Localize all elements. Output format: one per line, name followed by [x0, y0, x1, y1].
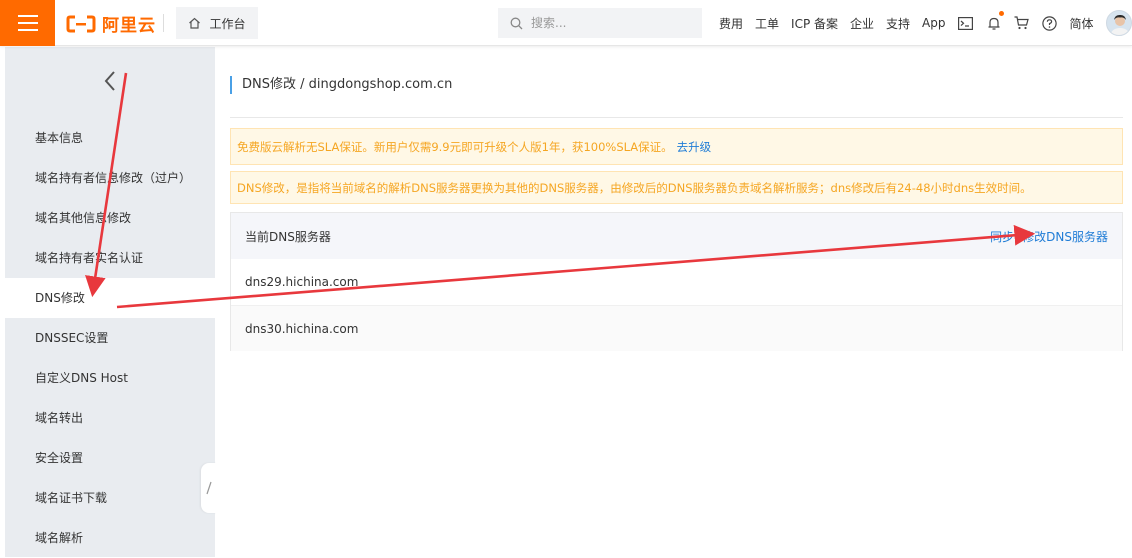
nav-item-support[interactable]: 支持	[886, 15, 910, 32]
sidebar-menu: 基本信息 域名持有者信息修改（过户） 域名其他信息修改 域名持有者实名认证 DN…	[5, 118, 215, 558]
chevron-left-icon	[104, 70, 115, 91]
nav-item-icp[interactable]: ICP 备案	[791, 15, 838, 32]
collapse-sidebar-button[interactable]	[5, 47, 215, 114]
top-navigation-bar: 阿里云 工作台 费用 工单 ICP 备案 企业 支持 App 简体	[0, 0, 1132, 46]
search-input[interactable]	[531, 16, 691, 30]
sidebar-item-security[interactable]: 安全设置	[5, 438, 215, 478]
dns-server-value: dns30.hichina.com	[245, 321, 359, 336]
sidebar-item-real-name[interactable]: 域名持有者实名认证	[5, 238, 215, 278]
search-box[interactable]	[498, 8, 702, 38]
language-switch[interactable]: 简体	[1070, 15, 1094, 32]
dns-info-notice-text: DNS修改，是指将当前域名的解析DNS服务器更换为其他的DNS服务器，由修改后的…	[237, 180, 1032, 195]
sidebar-drag-handle[interactable]	[201, 463, 217, 513]
modify-dns-server-link[interactable]: 修改DNS服务器	[1022, 228, 1108, 245]
dns-server-row: dns30.hichina.com	[231, 305, 1122, 351]
sla-notice-text: 免费版云解析无SLA保证。新用户仅需9.9元即可升级个人版1年，获100%SLA…	[237, 139, 673, 154]
search-icon	[510, 17, 523, 29]
avatar[interactable]	[1105, 10, 1132, 36]
upgrade-link[interactable]: 去升级	[677, 139, 712, 155]
sidebar-item-dns-resolve[interactable]: 域名解析	[5, 518, 215, 558]
menu-icon[interactable]	[0, 0, 55, 46]
cart-icon[interactable]	[1014, 15, 1030, 31]
dns-server-panel: 当前DNS服务器 同步 修改DNS服务器 dns29.hichina.com d…	[230, 212, 1123, 351]
dns-info-notice: DNS修改，是指将当前域名的解析DNS服务器更换为其他的DNS服务器，由修改后的…	[230, 171, 1123, 204]
workbench-button[interactable]: 工作台	[176, 7, 258, 39]
nav-item-tickets[interactable]: 工单	[755, 15, 779, 32]
dns-server-title: 当前DNS服务器	[245, 229, 331, 244]
notification-dot	[998, 11, 1004, 16]
nav-item-app[interactable]: App	[922, 16, 945, 30]
divider	[163, 14, 164, 32]
breadcrumb: DNS修改 / dingdongshop.com.cn	[230, 76, 452, 94]
workbench-label: 工作台	[209, 16, 246, 31]
aliyun-logo-mark	[66, 14, 96, 34]
sla-notice: 免费版云解析无SLA保证。新用户仅需9.9元即可升级个人版1年，获100%SLA…	[230, 128, 1123, 165]
sync-link[interactable]: 同步	[990, 228, 1014, 245]
sidebar: 基本信息 域名持有者信息修改（过户） 域名其他信息修改 域名持有者实名认证 DN…	[5, 47, 215, 557]
sidebar-item-dnssec[interactable]: DNSSEC设置	[5, 318, 215, 358]
divider	[230, 117, 1123, 118]
sidebar-item-dns-modify[interactable]: DNS修改	[5, 278, 215, 318]
handle-icon	[206, 481, 212, 495]
home-icon	[189, 17, 201, 29]
terminal-icon[interactable]	[958, 15, 974, 31]
sidebar-item-holder-transfer[interactable]: 域名持有者信息修改（过户）	[5, 158, 215, 198]
sidebar-item-basic-info[interactable]: 基本信息	[5, 118, 215, 158]
sidebar-item-other-info[interactable]: 域名其他信息修改	[5, 198, 215, 238]
logo-text: 阿里云	[102, 16, 156, 36]
nav-item-fees[interactable]: 费用	[719, 15, 743, 32]
dns-server-header: 当前DNS服务器 同步 修改DNS服务器	[231, 213, 1122, 259]
sidebar-item-transfer-out[interactable]: 域名转出	[5, 398, 215, 438]
nav-item-enterprise[interactable]: 企业	[850, 15, 874, 32]
top-nav: 费用 工单 ICP 备案 企业 支持 App 简体	[719, 0, 1132, 46]
sidebar-item-custom-dns-host[interactable]: 自定义DNS Host	[5, 358, 215, 398]
main-content: DNS修改 / dingdongshop.com.cn 免费版云解析无SLA保证…	[216, 47, 1132, 557]
dns-server-row: dns29.hichina.com	[231, 259, 1122, 305]
sidebar-item-certificate[interactable]: 域名证书下载	[5, 478, 215, 518]
help-icon[interactable]	[1042, 15, 1058, 31]
dns-server-value: dns29.hichina.com	[245, 275, 359, 289]
dns-actions: 同步 修改DNS服务器	[990, 228, 1108, 245]
bell-icon[interactable]	[986, 11, 1004, 31]
aliyun-logo[interactable]: 阿里云	[66, 11, 156, 36]
